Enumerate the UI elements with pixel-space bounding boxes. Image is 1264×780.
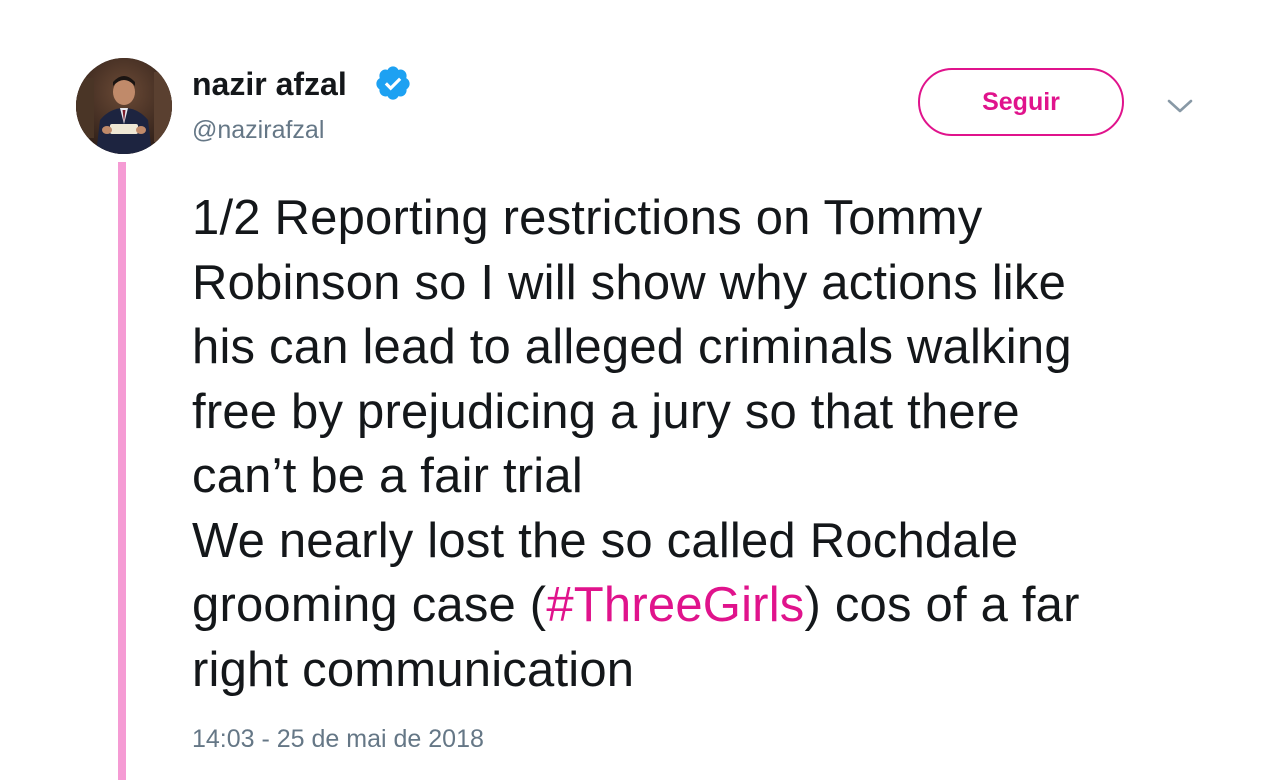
tweet-text-line: his can lead to alleged criminals walkin… xyxy=(192,320,1072,374)
chevron-down-icon[interactable] xyxy=(1164,92,1196,120)
hashtag-link[interactable]: #ThreeGirls xyxy=(546,578,804,632)
tweet-text-line: right communication xyxy=(192,642,635,697)
handle[interactable]: @nazirafzal xyxy=(192,114,324,146)
timestamp-link[interactable]: 14:03 - 25 de mai de 2018 xyxy=(192,722,484,756)
display-name[interactable]: nazir afzal xyxy=(192,64,347,104)
verified-badge-icon xyxy=(376,66,410,100)
tweet-text-segment: grooming case ( xyxy=(192,578,547,632)
tweet-text: 1/2 Reporting restrictions on Tommy Robi… xyxy=(192,186,1202,702)
tweet-text-line: 1/2 Reporting restrictions on Tommy xyxy=(192,191,983,245)
tweet-text-line: can’t be a fair trial xyxy=(192,449,583,503)
avatar[interactable] xyxy=(76,58,172,154)
tweet-card: nazir afzal @nazirafzal Seguir 1/2 Repor… xyxy=(0,0,1264,780)
tweet-text-line: free by prejudicing a jury so that there xyxy=(192,384,1020,439)
profile-photo xyxy=(76,58,172,154)
tweet-text-segment: ) cos of a far xyxy=(804,578,1080,632)
follow-button[interactable]: Seguir xyxy=(918,68,1124,136)
thread-line xyxy=(118,162,126,780)
tweet-text-line: grooming case (#ThreeGirls) cos of a far xyxy=(192,573,1202,638)
tweet-text-line: Robinson so I will show why actions like xyxy=(192,255,1067,310)
tweet-text-line: We nearly lost the so called Rochdale xyxy=(192,513,1019,568)
